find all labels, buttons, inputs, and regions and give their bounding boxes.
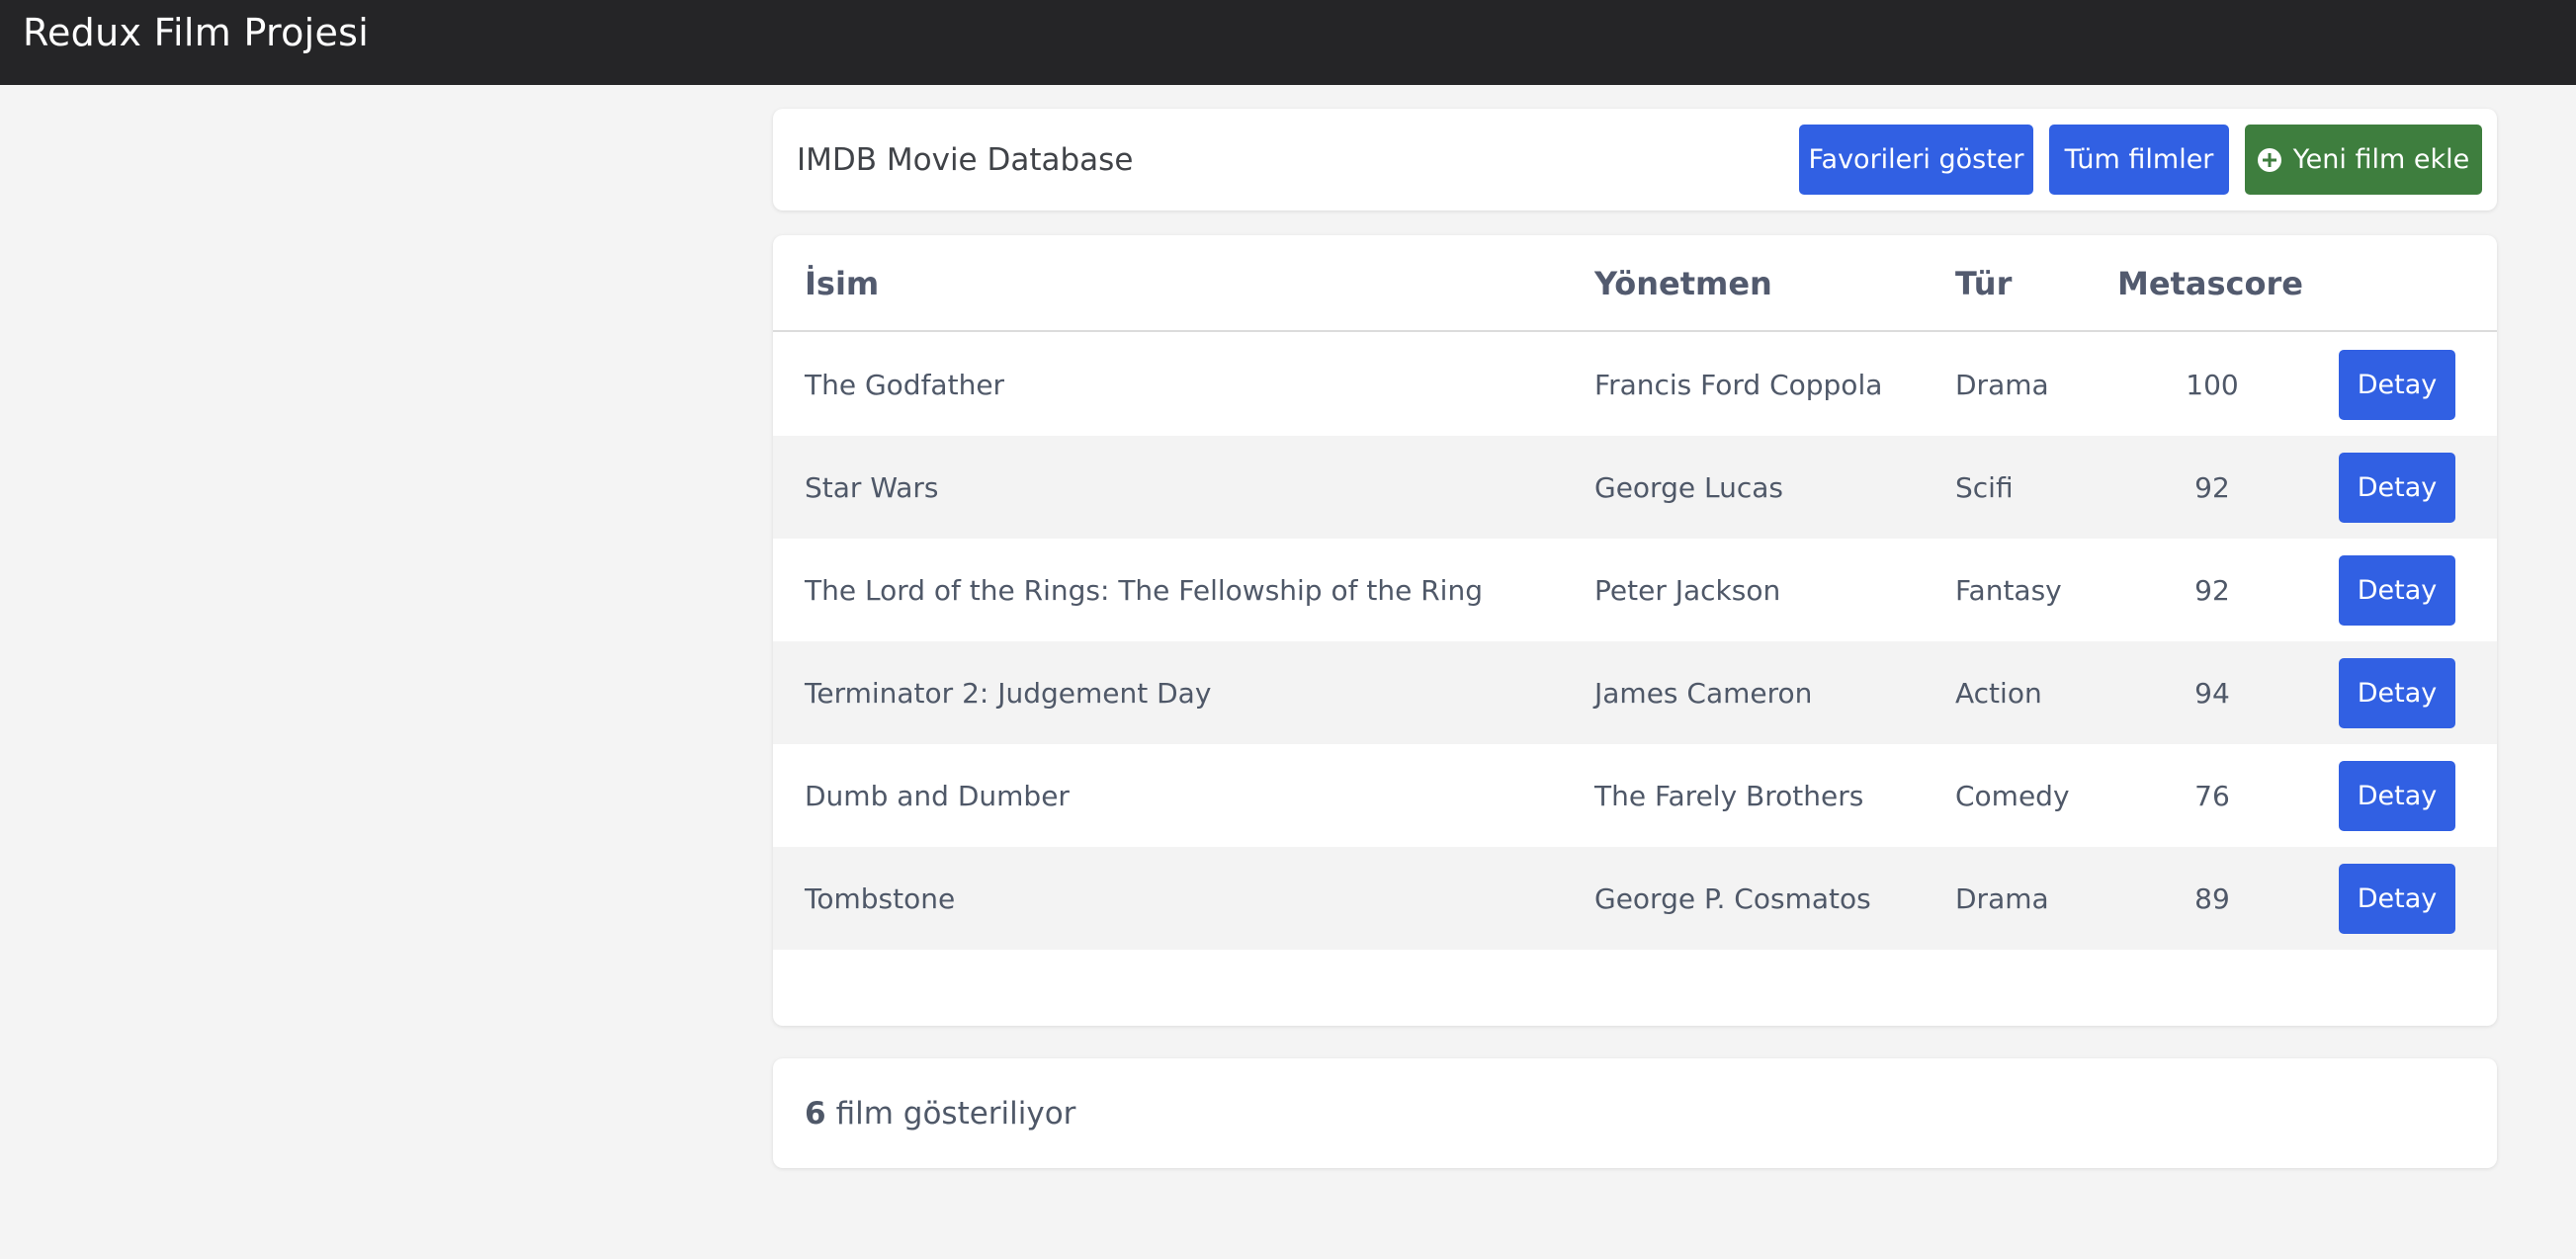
- movie-name: Tombstone: [805, 881, 956, 915]
- detail-button[interactable]: Detay: [2339, 555, 2455, 626]
- movie-metascore: 94: [2194, 676, 2230, 710]
- column-header-name: İsim: [805, 265, 880, 302]
- add-movie-label: Yeni film ekle: [2292, 144, 2470, 175]
- detail-button[interactable]: Detay: [2339, 453, 2455, 523]
- movies-table: İsim Yönetmen Tür Metascore The Godfathe…: [773, 235, 2497, 1026]
- movie-name: Dumb and Dumber: [805, 779, 1070, 812]
- table-row: Dumb and Dumber The Farely Brothers Come…: [773, 744, 2497, 847]
- detail-button[interactable]: Detay: [2339, 864, 2455, 934]
- movie-director: George Lucas: [1594, 470, 1783, 504]
- table-row: Star Wars George Lucas Scifi 92 Detay: [773, 436, 2497, 539]
- top-navbar: Redux Film Projesi: [0, 0, 2576, 85]
- page-title: IMDB Movie Database: [797, 141, 1134, 178]
- plus-circle-icon: [2257, 147, 2281, 172]
- table-row: Terminator 2: Judgement Day James Camero…: [773, 641, 2497, 744]
- add-movie-button[interactable]: Yeni film ekle: [2245, 125, 2482, 195]
- movie-metascore: 92: [2194, 470, 2230, 504]
- movie-director: Francis Ford Coppola: [1594, 368, 1883, 401]
- movie-director: James Cameron: [1594, 676, 1813, 710]
- movie-genre: Scifi: [1955, 470, 2014, 504]
- movie-metascore: 100: [2186, 368, 2239, 401]
- movie-name: The Lord of the Rings: The Fellowship of…: [805, 573, 1483, 607]
- movie-name: Terminator 2: Judgement Day: [805, 676, 1212, 710]
- movie-count: 6: [805, 1095, 826, 1132]
- detail-button[interactable]: Detay: [2339, 761, 2455, 831]
- movie-count-label: film gösteriliyor: [835, 1095, 1076, 1132]
- table-row: Tombstone George P. Cosmatos Drama 89 De…: [773, 847, 2497, 950]
- movie-metascore: 92: [2194, 573, 2230, 607]
- movie-director: George P. Cosmatos: [1594, 881, 1871, 915]
- column-header-genre: Tür: [1955, 265, 2013, 302]
- movie-metascore: 76: [2194, 779, 2230, 812]
- movie-genre: Comedy: [1955, 779, 2070, 812]
- movie-genre: Fantasy: [1955, 573, 2062, 607]
- table-header: İsim Yönetmen Tür Metascore: [773, 235, 2497, 332]
- detail-button[interactable]: Detay: [2339, 350, 2455, 420]
- movie-director: Peter Jackson: [1594, 573, 1781, 607]
- table-row: The Lord of the Rings: The Fellowship of…: [773, 539, 2497, 641]
- movie-genre: Drama: [1955, 368, 2049, 401]
- movie-name: Star Wars: [805, 470, 939, 504]
- movie-count-footer: 6 film gösteriliyor: [773, 1058, 2497, 1168]
- movie-genre: Action: [1955, 676, 2042, 710]
- movie-metascore: 89: [2194, 881, 2230, 915]
- show-favorites-button[interactable]: Favorileri göster: [1799, 125, 2033, 195]
- movie-genre: Drama: [1955, 881, 2049, 915]
- column-header-metascore: Metascore: [2117, 265, 2303, 302]
- brand-title: Redux Film Projesi: [23, 11, 370, 54]
- detail-button[interactable]: Detay: [2339, 658, 2455, 728]
- column-header-director: Yönetmen: [1594, 265, 1772, 302]
- header-card: IMDB Movie Database Favorileri göster Tü…: [773, 109, 2497, 210]
- movie-name: The Godfather: [805, 368, 1005, 401]
- all-movies-button[interactable]: Tüm filmler: [2049, 125, 2229, 195]
- table-row: The Godfather Francis Ford Coppola Drama…: [773, 333, 2497, 436]
- movie-director: The Farely Brothers: [1594, 779, 1864, 812]
